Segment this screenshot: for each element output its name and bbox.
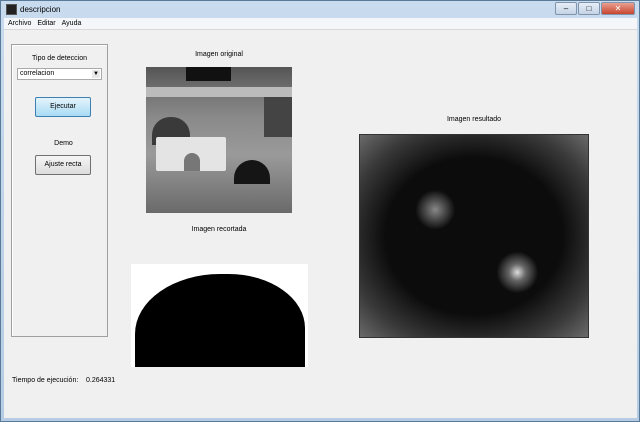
- figure-area: Tipo de deteccion correlacion ▼ Ejecutar…: [4, 29, 637, 418]
- original-image: [146, 67, 292, 213]
- execution-time-label: Tiempo de ejecución:: [12, 377, 79, 384]
- original-image-title: Imagen original: [195, 51, 243, 58]
- menu-editar[interactable]: Editar: [37, 20, 55, 27]
- cropped-image: [131, 264, 308, 367]
- window-title: descripcion: [20, 5, 61, 14]
- fit-line-button[interactable]: Ajuste recta: [35, 155, 91, 175]
- maximize-button[interactable]: □: [578, 2, 600, 15]
- menu-archivo[interactable]: Archivo: [8, 20, 31, 27]
- result-image-title: Imagen resultado: [446, 116, 502, 123]
- control-panel: Tipo de deteccion correlacion ▼ Ejecutar…: [11, 44, 108, 337]
- menu-ayuda[interactable]: Ayuda: [62, 20, 82, 27]
- detection-type-label: Tipo de deteccion: [32, 55, 87, 62]
- demo-label: Demo: [54, 140, 73, 147]
- cropped-image-title: Imagen recortada: [191, 226, 247, 233]
- title-bar: descripcion – □ ✕: [1, 1, 639, 19]
- detection-type-select[interactable]: correlacion ▼: [17, 68, 102, 80]
- minimize-button[interactable]: –: [555, 2, 577, 15]
- execute-button[interactable]: Ejecutar: [35, 97, 91, 117]
- close-button[interactable]: ✕: [601, 2, 635, 15]
- detection-type-value: correlacion: [20, 70, 55, 77]
- result-image: [359, 134, 589, 338]
- execution-time-value: 0.264331: [86, 377, 116, 384]
- menu-bar: Archivo Editar Ayuda: [4, 18, 637, 29]
- app-icon: [6, 4, 17, 15]
- app-window: descripcion – □ ✕ Archivo Editar Ayuda T…: [0, 0, 640, 422]
- chevron-down-icon: ▼: [92, 70, 100, 78]
